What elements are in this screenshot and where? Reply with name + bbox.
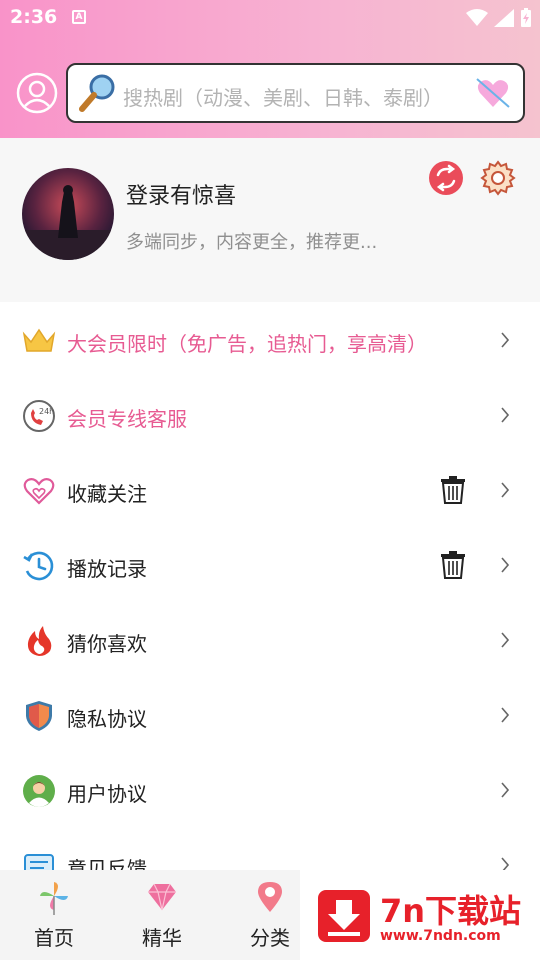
gear-icon[interactable]: [480, 160, 516, 196]
notification-icon: A: [72, 10, 86, 24]
chevron-right-icon: [501, 782, 510, 798]
menu-item-history[interactable]: 播放记录: [0, 527, 540, 602]
battery-icon: [521, 8, 531, 27]
profile-subtitle: 多端同步，内容更全，推荐更...: [126, 232, 378, 253]
profile-card[interactable]: 登录有惊喜 多端同步，内容更全，推荐更...: [0, 138, 540, 302]
nav-item-home[interactable]: 首页: [0, 870, 108, 960]
trash-icon[interactable]: [440, 551, 466, 579]
menu-label: 收藏关注: [67, 482, 147, 506]
user-outline-icon: [16, 72, 58, 114]
status-bar: 2:36 A: [0, 0, 540, 36]
avatar-image: [22, 168, 114, 260]
user-avatar-button[interactable]: [16, 72, 58, 114]
shield-icon: [26, 701, 52, 731]
status-time: 2:36: [10, 6, 58, 28]
heart-arrow-icon[interactable]: [475, 75, 511, 111]
menu-label: 用户协议: [67, 782, 147, 806]
nav-label: 首页: [34, 926, 74, 950]
bottom-nav: 首页 精华 分类: [0, 870, 300, 960]
menu-label: 隐私协议: [67, 707, 147, 731]
profile-name[interactable]: 登录有惊喜: [126, 178, 236, 210]
magnifier-icon: [79, 74, 115, 112]
menu-label: 会员专线客服: [67, 407, 187, 431]
profile-avatar[interactable]: [22, 168, 114, 260]
chevron-right-icon: [501, 407, 510, 423]
nav-item-featured[interactable]: 精华: [108, 870, 216, 960]
phone-24h-icon: 24h: [23, 400, 55, 432]
diamond-icon: [148, 883, 176, 911]
menu-label: 猜你喜欢: [67, 632, 147, 656]
menu-label: 大会员限时（免广告，追热门，享高清）: [67, 332, 427, 356]
user-icon: [23, 775, 55, 807]
menu-item-privacy[interactable]: 隐私协议: [0, 677, 540, 752]
menu-list: 大会员限时（免广告，追热门，享高清） 24h 会员专线客服 收藏关注 播放记录 …: [0, 302, 540, 902]
status-icons: [466, 8, 532, 28]
heart-icon: [23, 478, 55, 505]
wifi-icon: [466, 9, 488, 26]
pinwheel-icon: [40, 882, 68, 915]
chevron-right-icon: [501, 707, 510, 723]
chevron-right-icon: [501, 332, 510, 348]
search-input[interactable]: 搜热剧（动漫、美剧、日韩、泰剧）: [66, 63, 525, 123]
menu-label: 播放记录: [67, 557, 147, 581]
crown-icon: [22, 328, 56, 352]
history-clock-icon: [23, 551, 54, 581]
menu-item-recommend[interactable]: 猜你喜欢: [0, 602, 540, 677]
chevron-right-icon: [501, 557, 510, 573]
header: 2:36 A 搜热剧（动漫、美剧、日韩、泰剧）: [0, 0, 540, 138]
menu-item-favorites[interactable]: 收藏关注: [0, 452, 540, 527]
trash-icon[interactable]: [440, 476, 466, 504]
watermark-url: www.7ndn.com: [380, 928, 501, 944]
watermark-title: 7n下载站: [380, 892, 522, 930]
location-pin-icon: [258, 882, 282, 912]
chevron-right-icon: [501, 482, 510, 498]
search-placeholder: 搜热剧（动漫、美剧、日韩、泰剧）: [123, 86, 443, 110]
chevron-right-icon: [501, 632, 510, 648]
svg-text:24h: 24h: [39, 407, 54, 416]
menu-item-vip-support[interactable]: 24h 会员专线客服: [0, 377, 540, 452]
menu-item-vip[interactable]: 大会员限时（免广告，追热门，享高清）: [0, 302, 540, 377]
flame-icon: [27, 626, 52, 656]
download-logo-icon: [318, 890, 370, 942]
nav-label: 精华: [142, 926, 182, 950]
watermark: 7n下载站 www.7ndn.com: [300, 870, 540, 960]
menu-item-user-agreement[interactable]: 用户协议: [0, 752, 540, 827]
sync-icon[interactable]: [428, 160, 464, 196]
signal-icon: [494, 9, 514, 27]
